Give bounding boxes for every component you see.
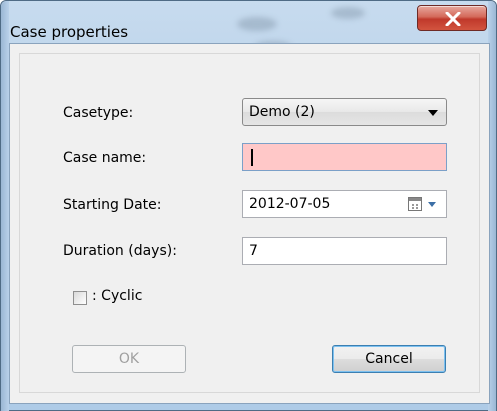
starting-date-label: Starting Date: — [63, 197, 162, 213]
close-button[interactable] — [417, 5, 487, 31]
case-name-input[interactable] — [242, 143, 447, 171]
duration-input[interactable]: 7 — [242, 237, 447, 265]
cyclic-label: : Cyclic — [92, 288, 143, 304]
starting-date-picker[interactable]: 2012-07-05 — [242, 190, 447, 218]
window-frame-left — [1, 1, 9, 411]
casetype-label: Casetype: — [63, 105, 134, 121]
ok-button[interactable]: OK — [72, 345, 186, 373]
chevron-down-icon — [428, 110, 438, 116]
text-caret — [251, 149, 253, 166]
background-blur — [237, 17, 277, 31]
casetype-dropdown[interactable]: Demo (2) — [242, 98, 447, 126]
cyclic-checkbox[interactable] — [73, 291, 87, 305]
window-title: Case properties — [10, 23, 129, 41]
duration-label: Duration (days): — [63, 243, 177, 259]
cancel-button[interactable]: Cancel — [332, 345, 446, 373]
background-blur — [331, 7, 365, 19]
form-panel: Casetype: Demo (2) Case name: Starting D… — [19, 53, 480, 393]
dialog-window: Case properties Casetype: Demo (2) Case … — [0, 0, 497, 411]
dialog-client-area: Casetype: Demo (2) Case name: Starting D… — [9, 43, 490, 404]
starting-date-value: 2012-07-05 — [249, 196, 331, 212]
duration-value: 7 — [249, 243, 258, 259]
casetype-value: Demo (2) — [249, 104, 315, 120]
close-icon — [445, 12, 461, 26]
chevron-down-icon[interactable] — [428, 202, 436, 207]
case-name-label: Case name: — [63, 150, 147, 166]
calendar-icon[interactable] — [408, 197, 422, 211]
